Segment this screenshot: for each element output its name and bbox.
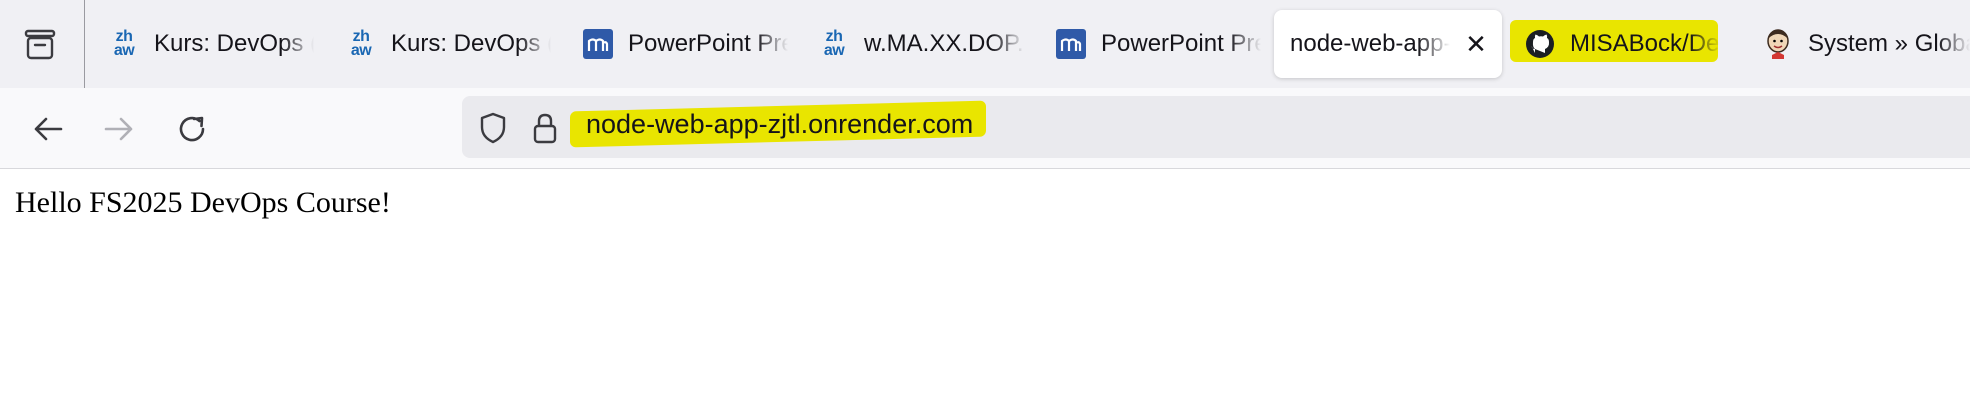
- tab-strip-divider: [84, 0, 85, 88]
- tab-title: Kurs: DevOps (FS2025): [391, 30, 551, 57]
- moodle-icon: [582, 28, 614, 60]
- tab-title: PowerPoint Presentation: [1101, 30, 1261, 57]
- tab-list-button[interactable]: [10, 20, 70, 70]
- forward-button[interactable]: [96, 106, 142, 152]
- tab-strip: zhaw Kurs: DevOps (FS2025) zhaw Kurs: De…: [0, 0, 1970, 88]
- tab-system-global[interactable]: System » Global: [1750, 10, 1970, 78]
- github-icon: [1524, 28, 1556, 60]
- tab-title: node-web-app-zjtl: [1290, 30, 1450, 57]
- tab-title: Kurs: DevOps (FS2025): [154, 30, 314, 57]
- tab-kurs-devops-2[interactable]: zhaw Kurs: DevOps (FS2025): [333, 10, 551, 78]
- jenkins-icon: [1762, 28, 1794, 60]
- forward-arrow-icon: [104, 117, 133, 141]
- zhaw-icon: zh aw: [823, 28, 845, 59]
- reload-icon: [179, 116, 205, 142]
- moodle-icon: [1055, 28, 1087, 60]
- page-body-text: Hello FS2025 DevOps Course!: [15, 186, 391, 219]
- tab-list-icon: [24, 29, 56, 60]
- zhaw-icon: zh aw: [113, 28, 135, 59]
- page-content: Hello FS2025 DevOps Course!: [0, 169, 1970, 420]
- address-bar[interactable]: node-web-app-zjtl.onrender.com: [462, 96, 1970, 158]
- url-text[interactable]: node-web-app-zjtl.onrender.com: [586, 109, 973, 140]
- navigation-bar: node-web-app-zjtl.onrender.com: [0, 88, 1970, 169]
- shield-icon[interactable]: [476, 111, 510, 145]
- tab-w-ma-xx-dop[interactable]: zh aw w.MA.XX.DOP.: [806, 10, 1024, 78]
- tab-powerpoint-2[interactable]: PowerPoint Presentation: [1043, 10, 1261, 78]
- tab-title: MISABock/DevOps: [1570, 30, 1720, 57]
- tab-title: System » Global: [1808, 30, 1970, 57]
- zhaw-icon: zh aw: [350, 28, 372, 59]
- lock-icon[interactable]: [528, 111, 562, 145]
- tab-misabock-devops[interactable]: MISABock/DevOps: [1512, 10, 1720, 78]
- tab-kurs-devops-1[interactable]: zhaw Kurs: DevOps (FS2025): [96, 10, 314, 78]
- back-arrow-icon: [34, 117, 63, 141]
- tab-node-web-app[interactable]: node-web-app-zjtl ✕: [1274, 10, 1502, 78]
- back-button[interactable]: [25, 106, 71, 152]
- tab-title: PowerPoint Presentation: [628, 30, 788, 57]
- tab-powerpoint-1[interactable]: PowerPoint Presentation: [570, 10, 788, 78]
- tab-title: w.MA.XX.DOP.: [864, 30, 1024, 57]
- close-tab-icon[interactable]: ✕: [1462, 29, 1490, 60]
- reload-button[interactable]: [169, 106, 215, 152]
